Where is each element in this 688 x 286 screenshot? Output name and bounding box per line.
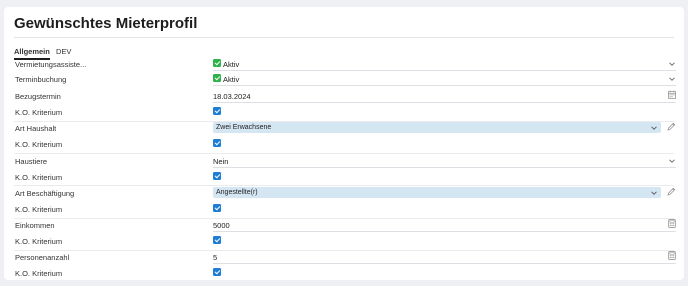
field-label: K.O. Kriterium [15, 173, 63, 182]
field-underline [213, 70, 676, 71]
field-label: Einkommen [15, 221, 55, 230]
calculator-icon[interactable] [668, 251, 676, 260]
field-underline [213, 231, 676, 232]
calendar-icon[interactable] [668, 90, 676, 99]
art-beschaeftigung-select[interactable]: Angestellte(r) [213, 187, 661, 198]
field-underline [213, 85, 676, 86]
section-divider [14, 185, 674, 186]
field-label: K.O. Kriterium [15, 108, 63, 117]
row-einkommen-ko: K.O. Kriterium [4, 235, 684, 248]
row-bezugstermin: Bezugstermin 18.03.2024 [4, 90, 684, 103]
ko-checkbox-cell [213, 235, 676, 248]
field-label: Bezugstermin [15, 92, 61, 101]
calculator-icon[interactable] [668, 219, 676, 228]
row-art-haushalt: Art Haushalt Zwei Erwachsene [4, 122, 684, 135]
number-value: 5 [213, 253, 218, 262]
row-art-haushalt-ko: K.O. Kriterium [4, 138, 684, 151]
number-value: 5000 [213, 221, 230, 230]
chevron-down-icon[interactable] [650, 189, 658, 197]
field-underline [213, 167, 676, 168]
ko-checkbox[interactable] [213, 236, 221, 244]
row-art-beschaeftigung: Art Beschäftigung Angestellte(r) [4, 187, 684, 200]
field-label: K.O. Kriterium [15, 205, 63, 214]
date-value: 18.03.2024 [213, 92, 251, 101]
field-label: Art Beschäftigung [15, 189, 75, 198]
field-underline [213, 102, 676, 103]
field-underline [213, 263, 676, 264]
ko-checkbox[interactable] [213, 172, 221, 180]
section-divider [14, 153, 674, 154]
ko-checkbox-cell [213, 138, 676, 151]
mieterprofil-card: Gewünschtes Mieterprofil Allgemein DEV V… [4, 7, 684, 280]
field-label: Terminbuchung [15, 75, 67, 84]
art-haushalt-select[interactable]: Zwei Erwachsene [213, 122, 661, 133]
chevron-down-icon[interactable] [668, 60, 676, 68]
row-terminbuchung: Terminbuchung Aktiv [4, 73, 684, 86]
pencil-icon[interactable] [667, 122, 676, 131]
field-label: K.O. Kriterium [15, 140, 63, 149]
select-value: Angestellte(r) [216, 188, 258, 196]
row-art-beschaeftigung-ko: K.O. Kriterium [4, 203, 684, 216]
row-haustiere: Haustiere Nein [4, 155, 684, 168]
row-bezugstermin-ko: K.O. Kriterium [4, 106, 684, 119]
ko-checkbox[interactable] [213, 204, 221, 212]
field-label: Personenanzahl [15, 253, 70, 262]
active-check-icon [213, 59, 221, 67]
art-beschaeftigung-cell: Angestellte(r) [213, 187, 676, 200]
select-value: Zwei Erwachsene [216, 123, 272, 131]
select-value: Aktiv [223, 60, 240, 69]
row-personenanzahl: Personenanzahl 5 [4, 251, 684, 264]
row-haustiere-ko: K.O. Kriterium [4, 171, 684, 184]
field-label: Haustiere [15, 157, 48, 166]
tab-dev[interactable]: DEV [56, 47, 71, 58]
chevron-down-icon[interactable] [668, 157, 676, 165]
select-value: Nein [213, 157, 229, 166]
field-label: K.O. Kriterium [15, 237, 63, 246]
field-label: Vermietungsassiste... [15, 60, 87, 69]
chevron-down-icon[interactable] [668, 75, 676, 83]
ko-checkbox-cell [213, 267, 676, 280]
row-personenanzahl-ko: K.O. Kriterium [4, 267, 684, 280]
ko-checkbox[interactable] [213, 107, 221, 115]
field-label: K.O. Kriterium [15, 269, 63, 278]
page-title: Gewünschtes Mieterprofil [14, 15, 198, 32]
title-divider [14, 37, 674, 38]
ko-checkbox[interactable] [213, 268, 221, 276]
row-einkommen: Einkommen 5000 [4, 219, 684, 232]
chevron-down-icon[interactable] [650, 124, 658, 132]
select-value: Aktiv [223, 75, 240, 84]
ko-checkbox-cell [213, 203, 676, 216]
art-haushalt-cell: Zwei Erwachsene [213, 122, 676, 135]
ko-checkbox-cell [213, 171, 676, 184]
ko-checkbox[interactable] [213, 139, 221, 147]
ko-checkbox-cell [213, 106, 676, 119]
row-vermietungsassistent: Vermietungsassiste... Aktiv [4, 58, 684, 71]
active-check-icon [213, 74, 221, 82]
field-label: Art Haushalt [15, 124, 57, 133]
pencil-icon[interactable] [667, 187, 676, 196]
